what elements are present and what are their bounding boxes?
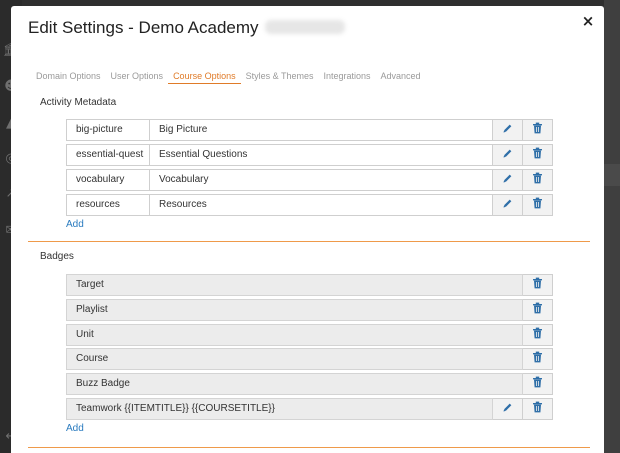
delete-button[interactable] xyxy=(523,299,553,321)
pencil-icon xyxy=(502,196,513,214)
metadata-row: big-picture Big Picture xyxy=(66,119,553,141)
metadata-key[interactable]: big-picture xyxy=(66,119,150,141)
close-button[interactable]: × xyxy=(580,12,596,30)
trash-icon xyxy=(532,121,543,139)
delete-button[interactable] xyxy=(523,398,553,420)
dialog-title-text: Edit Settings - Demo Academy xyxy=(28,18,259,37)
edit-settings-dialog: Edit Settings - Demo Academy × Domain Op… xyxy=(11,6,604,453)
section-divider xyxy=(28,241,590,242)
delete-button[interactable] xyxy=(523,169,553,191)
badge-row: Unit xyxy=(66,324,553,346)
redacted-id xyxy=(264,20,345,34)
metadata-row: essential-quest Essential Questions xyxy=(66,144,553,166)
trash-icon xyxy=(532,326,543,344)
edit-button[interactable] xyxy=(493,398,523,420)
badges-heading: Badges xyxy=(40,251,74,262)
badge-name: Course xyxy=(66,348,523,370)
dialog-title: Edit Settings - Demo Academy xyxy=(28,18,345,38)
trash-icon xyxy=(532,196,543,214)
pencil-icon xyxy=(502,171,513,189)
add-metadata-link[interactable]: Add xyxy=(66,219,84,230)
metadata-value[interactable]: Resources xyxy=(150,194,493,216)
tab-advanced[interactable]: Advanced xyxy=(376,70,426,86)
metadata-key[interactable]: resources xyxy=(66,194,150,216)
metadata-value[interactable]: Essential Questions xyxy=(150,144,493,166)
badge-row: Course xyxy=(66,348,553,370)
delete-button[interactable] xyxy=(523,144,553,166)
trash-icon xyxy=(532,146,543,164)
delete-button[interactable] xyxy=(523,119,553,141)
trash-icon xyxy=(532,276,543,294)
edit-button[interactable] xyxy=(493,144,523,166)
tab-styles-themes[interactable]: Styles & Themes xyxy=(241,70,319,86)
edit-button[interactable] xyxy=(493,119,523,141)
pencil-icon xyxy=(502,146,513,164)
tab-integrations[interactable]: Integrations xyxy=(318,70,375,86)
delete-button[interactable] xyxy=(523,373,553,395)
metadata-value[interactable]: Big Picture xyxy=(150,119,493,141)
edit-button[interactable] xyxy=(493,169,523,191)
add-badge-link[interactable]: Add xyxy=(66,423,84,434)
badge-row: Buzz Badge xyxy=(66,373,553,395)
delete-button[interactable] xyxy=(523,324,553,346)
pencil-icon xyxy=(502,400,513,418)
metadata-key[interactable]: vocabulary xyxy=(66,169,150,191)
metadata-row: vocabulary Vocabulary xyxy=(66,169,553,191)
delete-button[interactable] xyxy=(523,348,553,370)
trash-icon xyxy=(532,301,543,319)
badge-row: Teamwork {{ITEMTITLE}} {{COURSETITLE}} xyxy=(66,398,553,420)
metadata-value[interactable]: Vocabulary xyxy=(150,169,493,191)
metadata-row: resources Resources xyxy=(66,194,553,216)
settings-tabs: Domain Options User Options Course Optio… xyxy=(31,70,426,86)
edit-button[interactable] xyxy=(493,194,523,216)
backdrop-right-panel xyxy=(604,0,620,453)
tab-course-options[interactable]: Course Options xyxy=(168,70,241,84)
trash-icon xyxy=(532,375,543,393)
badge-name: Unit xyxy=(66,324,523,346)
badge-name: Buzz Badge xyxy=(66,373,523,395)
badge-row: Playlist xyxy=(66,299,553,321)
backdrop-strip xyxy=(604,164,620,186)
badge-name: Teamwork {{ITEMTITLE}} {{COURSETITLE}} xyxy=(66,398,493,420)
badge-name: Playlist xyxy=(66,299,523,321)
tab-domain-options[interactable]: Domain Options xyxy=(31,70,106,86)
trash-icon xyxy=(532,350,543,368)
badge-name: Target xyxy=(66,274,523,296)
pencil-icon xyxy=(502,121,513,139)
trash-icon xyxy=(532,400,543,418)
activity-metadata-heading: Activity Metadata xyxy=(40,97,117,108)
trash-icon xyxy=(532,171,543,189)
metadata-key[interactable]: essential-quest xyxy=(66,144,150,166)
section-divider xyxy=(28,447,590,448)
delete-button[interactable] xyxy=(523,274,553,296)
delete-button[interactable] xyxy=(523,194,553,216)
tab-user-options[interactable]: User Options xyxy=(106,70,169,86)
badge-row: Target xyxy=(66,274,553,296)
